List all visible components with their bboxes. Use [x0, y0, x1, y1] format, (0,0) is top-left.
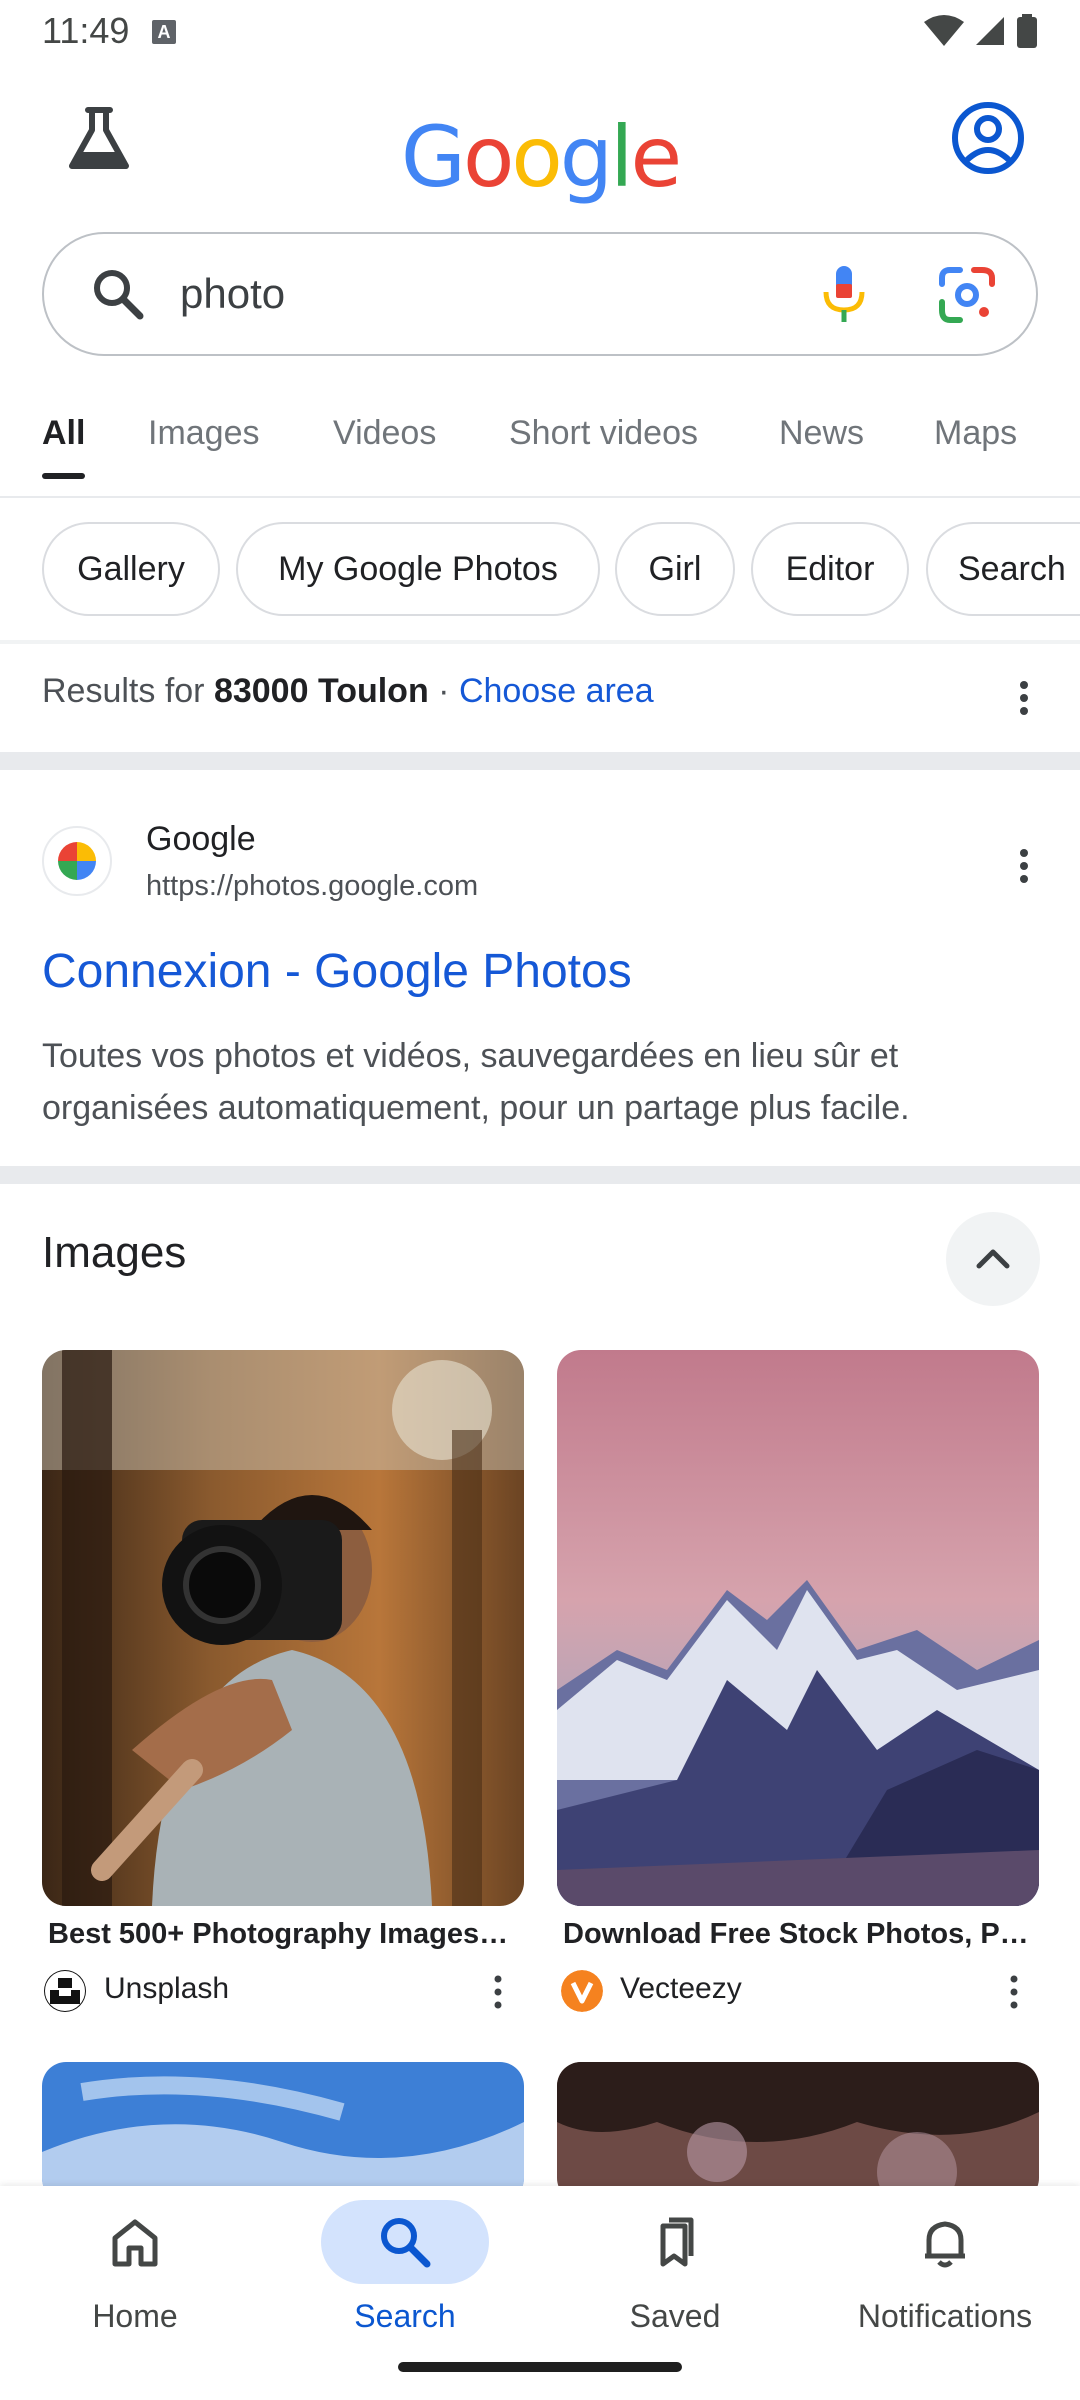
image-caption-1[interactable]: Best 500+ Photography Images… — [48, 1918, 518, 1951]
status-icons — [924, 14, 1038, 48]
trees-image — [557, 2062, 1039, 2202]
logo-letter: o — [511, 108, 562, 206]
chevron-up-icon — [976, 1249, 1010, 1269]
logo-letter: e — [630, 108, 682, 206]
choose-area-link[interactable]: Choose area — [459, 672, 654, 710]
sky-image — [42, 2062, 524, 2202]
home-icon — [112, 2219, 158, 2267]
header: Google — [0, 64, 1080, 224]
search-icon — [381, 2218, 431, 2268]
nav-home[interactable]: Home — [0, 2186, 270, 2400]
status-bar: 11:49 A — [0, 0, 1080, 64]
image-result-4[interactable] — [557, 2062, 1039, 2202]
google-photos-favicon — [42, 826, 112, 896]
search-box[interactable]: photo — [42, 232, 1038, 356]
nav-saved-label: Saved — [629, 2298, 721, 2334]
image-caption-2[interactable]: Download Free Stock Photos, Pi… — [563, 1918, 1033, 1951]
location-line: Results for 83000 Toulon · Choose area — [42, 672, 654, 711]
image-source-2[interactable]: Vecteezy — [620, 1972, 742, 2006]
battery-icon — [1017, 14, 1037, 48]
section-separator — [0, 1166, 1080, 1184]
chip-gallery[interactable]: Gallery — [42, 522, 220, 616]
logo-letter: o — [462, 108, 514, 206]
result-site-name: Google — [146, 820, 256, 858]
notification-a-icon: A — [152, 20, 176, 44]
google-lens-icon[interactable] — [938, 266, 996, 324]
image-result-2[interactable] — [557, 1350, 1039, 1906]
chip-girl[interactable]: Girl — [615, 522, 735, 616]
divider — [0, 640, 1080, 644]
tab-maps[interactable]: Maps — [934, 414, 1017, 453]
result-more-icon[interactable] — [1004, 846, 1044, 886]
result-snippet: Toutes vos photos et vidéos, sauvegardée… — [42, 1037, 910, 1127]
result-url: https://photos.google.com — [146, 870, 479, 902]
mountains-image — [557, 1350, 1039, 1906]
unsplash-logo-icon — [44, 1970, 86, 2012]
photographer-image — [42, 1350, 524, 1906]
tab-videos[interactable]: Videos — [333, 414, 436, 453]
image-more-icon[interactable] — [994, 1972, 1034, 2012]
chip-search[interactable]: Search — [926, 522, 1080, 616]
collapse-button[interactable] — [946, 1212, 1040, 1306]
nav-home-label: Home — [92, 2298, 178, 2334]
signal-icon — [976, 17, 1004, 45]
search-icon — [94, 270, 144, 320]
pinwheel-icon — [58, 842, 96, 880]
tab-short-videos[interactable]: Short videos — [509, 414, 698, 453]
chip-my-google-photos[interactable]: My Google Photos — [236, 522, 600, 616]
image-result-1[interactable] — [42, 1350, 524, 1906]
vecteezy-logo-icon — [561, 1970, 603, 2012]
home-indicator[interactable] — [398, 2362, 682, 2372]
search-tabs: All Images Videos Short videos News Maps — [0, 384, 1080, 498]
image-result-3[interactable] — [42, 2062, 524, 2202]
location-prefix: Results for — [42, 672, 214, 710]
section-separator — [0, 752, 1080, 770]
refinement-chips: Gallery My Google Photos Girl Editor Sea… — [0, 520, 1080, 620]
logo-letter: g — [559, 108, 613, 206]
account-icon[interactable] — [950, 100, 1026, 176]
nav-notifications[interactable]: Notifications — [810, 2186, 1080, 2400]
more-vert-icon[interactable] — [1004, 678, 1044, 718]
nav-search-label: Search — [354, 2298, 456, 2334]
microphone-icon[interactable] — [814, 264, 874, 326]
google-logo: Google — [0, 108, 1080, 206]
image-more-icon[interactable] — [478, 1972, 518, 2012]
tab-news[interactable]: News — [779, 414, 864, 453]
images-section-title: Images — [42, 1228, 187, 1277]
tab-all[interactable]: All — [42, 414, 86, 479]
bell-icon — [925, 2221, 965, 2268]
wifi-icon — [924, 15, 964, 46]
search-input[interactable]: photo — [180, 270, 285, 318]
location-separator: · — [428, 672, 459, 710]
bookmark-icon — [660, 2217, 694, 2267]
tab-images[interactable]: Images — [148, 414, 260, 453]
logo-letter: l — [610, 108, 633, 206]
logo-letter: G — [400, 108, 466, 206]
location-place: 83000 Toulon — [213, 672, 429, 710]
chip-editor[interactable]: Editor — [751, 522, 909, 616]
image-source-1[interactable]: Unsplash — [104, 1972, 229, 2006]
status-time: 11:49 — [42, 10, 130, 51]
result-title-link[interactable]: Connexion - Google Photos — [42, 944, 632, 999]
nav-notifications-label: Notifications — [857, 2298, 1033, 2334]
